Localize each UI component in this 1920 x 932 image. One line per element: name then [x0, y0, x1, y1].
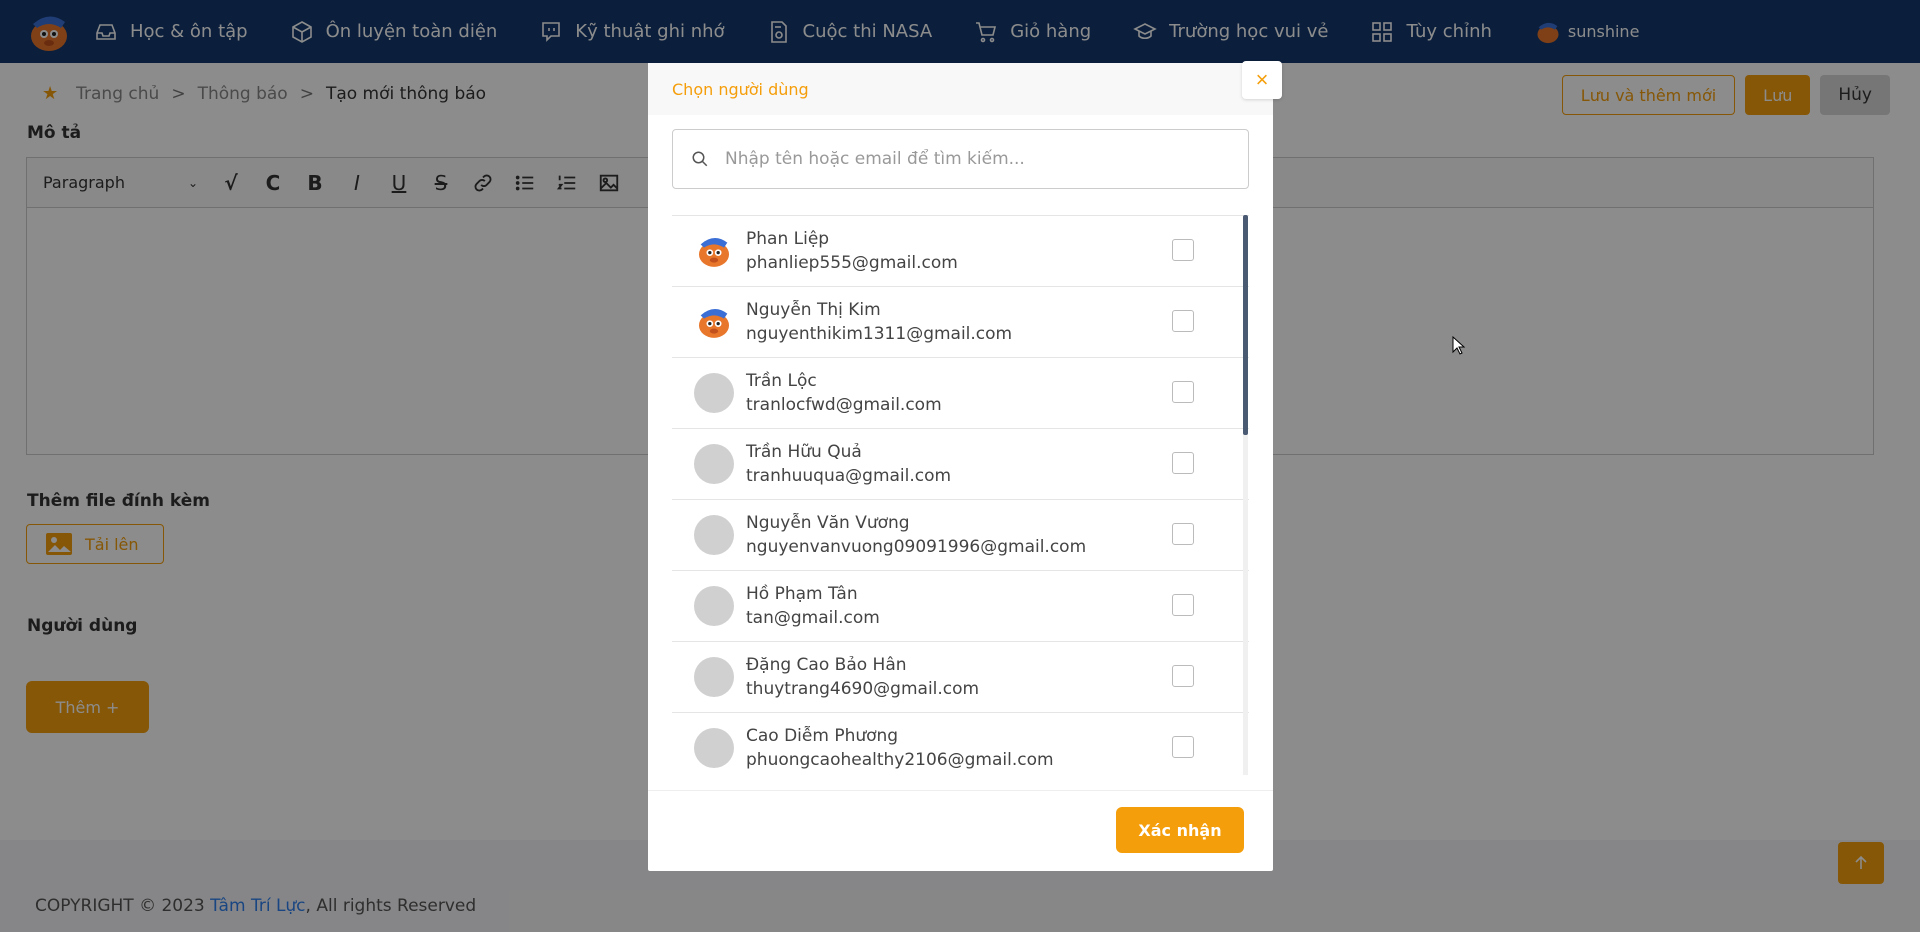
avatar	[694, 728, 734, 768]
avatar	[694, 657, 734, 697]
search-icon	[692, 151, 708, 167]
modal-header: Chọn người dùng	[648, 63, 1273, 115]
user-row[interactable]: Nguyễn Văn Vương nguyenvanvuong09091996@g…	[672, 500, 1249, 571]
user-checkbox[interactable]	[1172, 239, 1194, 261]
user-name: Nguyễn Thị Kim	[746, 300, 881, 320]
user-name: Trần Hữu Quả	[746, 442, 862, 462]
search-box	[672, 129, 1249, 189]
close-button[interactable]: ×	[1242, 61, 1282, 99]
avatar	[694, 231, 734, 271]
user-email: tan@gmail.com	[746, 608, 880, 628]
user-row[interactable]: Nguyễn Thị Kim nguyenthikim1311@gmail.com	[672, 287, 1249, 358]
user-name: Phan Liệp	[746, 229, 830, 249]
search-input[interactable]	[725, 149, 1225, 169]
user-name: Hồ Phạm Tân	[746, 584, 858, 604]
user-row[interactable]: Trần Hữu Quả tranhuuqua@gmail.com	[672, 429, 1249, 500]
avatar	[694, 586, 734, 626]
user-row[interactable]: Phan Liệp phanliep555@gmail.com	[672, 216, 1249, 287]
user-info: Đặng Cao Bảo Hân thuytrang4690@gmail.com	[746, 655, 979, 699]
user-row[interactable]: Cao Diễm Phương phuongcaohealthy2106@gmai…	[672, 713, 1249, 775]
user-list: Phan Liệp phanliep555@gmail.com Nguyễn Thị…	[672, 215, 1249, 775]
scrollbar-thumb[interactable]	[1243, 215, 1248, 435]
user-checkbox[interactable]	[1172, 665, 1194, 687]
avatar	[694, 373, 734, 413]
user-checkbox[interactable]	[1172, 452, 1194, 474]
user-checkbox[interactable]	[1172, 310, 1194, 332]
user-row[interactable]: Đặng Cao Bảo Hân thuytrang4690@gmail.com	[672, 642, 1249, 713]
user-email: thuytrang4690@gmail.com	[746, 679, 980, 699]
user-checkbox[interactable]	[1172, 523, 1194, 545]
user-checkbox[interactable]	[1172, 381, 1194, 403]
user-checkbox[interactable]	[1172, 594, 1194, 616]
user-email: nguyenthikim1311@gmail.com	[746, 324, 1013, 344]
user-email: tranhuuqua@gmail.com	[746, 466, 952, 486]
avatar	[694, 302, 734, 342]
user-name: Nguyễn Văn Vương	[746, 513, 910, 533]
user-email: tranlocfwd@gmail.com	[746, 395, 942, 415]
confirm-button[interactable]: Xác nhận	[1116, 807, 1244, 853]
user-info: Nguyễn Thị Kim nguyenthikim1311@gmail.com	[746, 300, 1012, 344]
user-name: Trần Lộc	[746, 371, 817, 391]
user-info: Trần Hữu Quả tranhuuqua@gmail.com	[746, 442, 951, 486]
user-info: Cao Diễm Phương phuongcaohealthy2106@gmai…	[746, 726, 1054, 770]
user-row[interactable]: Trần Lộc tranlocfwd@gmail.com	[672, 358, 1249, 429]
user-row[interactable]: Hồ Phạm Tân tan@gmail.com	[672, 571, 1249, 642]
user-checkbox[interactable]	[1172, 736, 1194, 758]
select-user-modal: Chọn người dùng × Phan Liệp phanliep555@g…	[648, 61, 1282, 871]
avatar	[694, 444, 734, 484]
modal-title: Chọn người dùng	[672, 79, 809, 99]
scrollbar[interactable]	[1243, 215, 1248, 775]
avatar	[694, 515, 734, 555]
user-email: nguyenvanvuong09091996@gmail.com	[746, 537, 1087, 557]
user-email: phanliep555@gmail.com	[746, 253, 958, 273]
divider	[648, 790, 1273, 791]
user-email: phuongcaohealthy2106@gmail.com	[746, 750, 1054, 770]
user-info: Phan Liệp phanliep555@gmail.com	[746, 229, 958, 273]
user-name: Cao Diễm Phương	[746, 726, 899, 746]
user-info: Nguyễn Văn Vương nguyenvanvuong09091996@g…	[746, 513, 1086, 557]
user-name: Đặng Cao Bảo Hân	[746, 655, 907, 675]
mouse-cursor-icon	[1452, 336, 1466, 355]
user-info: Trần Lộc tranlocfwd@gmail.com	[746, 371, 942, 415]
user-info: Hồ Phạm Tân tan@gmail.com	[746, 584, 880, 628]
